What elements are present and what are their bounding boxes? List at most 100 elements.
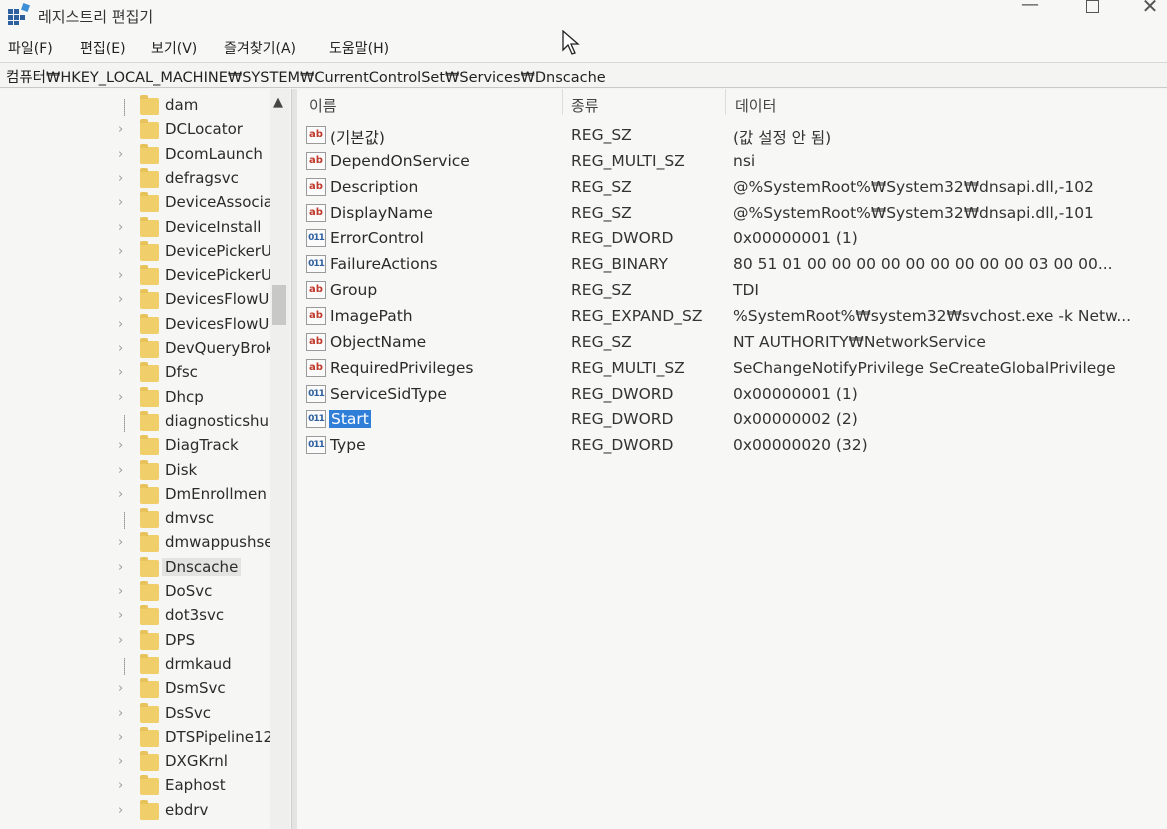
tree-item[interactable]: › DXGKrnl (0, 751, 270, 775)
tree-scrollbar[interactable]: ▲ (270, 89, 290, 829)
tree-item[interactable]: › DevicesFlowU (0, 313, 270, 338)
value-row[interactable]: ab DependOnService REG_MULTI_SZ nsi (297, 149, 1167, 175)
tree-item[interactable]: › DTSPipeline12 (0, 726, 273, 751)
tree-item[interactable]: › DiagTrack (0, 435, 270, 459)
tree-item-label: DCLocator (165, 120, 243, 139)
chevron-right-icon[interactable]: › (118, 560, 123, 575)
value-row[interactable]: ab Description REG_SZ @%SystemRoot%₩System3… (297, 175, 1167, 201)
tree-item[interactable]: › Disk (0, 459, 270, 484)
tree-item[interactable]: › DmEnrollmen (0, 483, 270, 508)
tree-item[interactable]: › DevQueryBrok (0, 338, 274, 362)
minimize-button[interactable]: — (1010, 0, 1050, 15)
value-data: @%SystemRoot%₩System32₩dnsapi.dll,-101 (733, 203, 1094, 222)
tree-item[interactable]: › ebdrv (0, 799, 270, 824)
chevron-right-icon[interactable]: › (118, 463, 123, 478)
tree-item[interactable]: dmvsc (0, 508, 270, 532)
menu-edit[interactable]: 편집(E) (80, 38, 126, 58)
value-row[interactable]: ab Group REG_SZ TDI (297, 278, 1167, 304)
value-row[interactable]: 011 ServiceSidType REG_DWORD 0x00000001 (1) (297, 382, 1167, 408)
chevron-right-icon[interactable]: › (118, 633, 123, 648)
tree-item[interactable]: › dot3svc (0, 605, 270, 629)
chevron-right-icon[interactable]: › (118, 171, 123, 186)
chevron-right-icon[interactable]: › (118, 341, 123, 356)
chevron-right-icon[interactable]: › (118, 608, 123, 623)
tree-item[interactable]: › Dnscache (0, 556, 270, 581)
scroll-up-icon[interactable]: ▲ (273, 95, 283, 110)
tree-item[interactable]: › dmwappushse (0, 532, 274, 556)
tree-item[interactable]: › DsSvc (0, 702, 270, 727)
tree-item[interactable]: › Dfsc (0, 362, 270, 386)
string-value-icon: ab (306, 332, 326, 351)
chevron-right-icon[interactable]: › (118, 147, 123, 162)
value-type: REG_DWORD (571, 410, 674, 429)
value-type: REG_SZ (571, 126, 632, 144)
chevron-right-icon[interactable]: › (118, 535, 123, 550)
tree-item[interactable]: › DcomLaunch (0, 143, 270, 168)
chevron-right-icon[interactable]: › (118, 584, 123, 599)
chevron-right-icon[interactable]: › (118, 365, 123, 380)
maximize-button[interactable] (1072, 0, 1112, 18)
tree-item[interactable]: › defragsvc (0, 167, 270, 192)
column-header-type[interactable]: 종류 (571, 95, 599, 116)
menu-view[interactable]: 보기(V) (151, 38, 197, 58)
value-row[interactable]: 011 FailureActions REG_BINARY 80 51 01 00 0… (297, 252, 1167, 278)
close-button[interactable]: ✕ (1130, 0, 1167, 18)
column-divider[interactable] (725, 89, 726, 115)
value-row[interactable]: ab DisplayName REG_SZ @%SystemRoot%₩System3… (297, 201, 1167, 227)
chevron-right-icon[interactable]: › (118, 292, 123, 307)
value-row[interactable]: ab RequiredPrivileges REG_MULTI_SZ SeChange… (297, 356, 1167, 382)
tree-item-label: DsSvc (165, 703, 212, 722)
tree-item[interactable]: › DevicesFlowU (0, 289, 270, 313)
column-header-data[interactable]: 데이터 (735, 95, 776, 116)
chevron-right-icon[interactable]: › (118, 487, 123, 502)
tree-item[interactable]: › DoSvc (0, 581, 270, 605)
tree-item[interactable]: › Eaphost (0, 775, 270, 799)
tree-item[interactable]: dam (0, 95, 270, 119)
value-row[interactable]: ab ImagePath REG_EXPAND_SZ %SystemRoot%₩sys… (297, 304, 1167, 330)
value-name: ServiceSidType (330, 384, 447, 403)
tree-item[interactable]: › DPS (0, 629, 270, 654)
scroll-thumb[interactable] (272, 285, 286, 325)
value-name: DependOnService (330, 151, 470, 170)
tree-item[interactable]: › Dhcp (0, 386, 270, 411)
chevron-right-icon[interactable]: › (118, 438, 123, 453)
tree-item[interactable]: diagnosticshu (0, 410, 270, 435)
tree-item[interactable]: › DsmSvc (0, 678, 270, 702)
column-divider[interactable] (562, 89, 563, 115)
address-path[interactable]: 컴퓨터₩HKEY_LOCAL_MACHINE₩SYSTEM₩CurrentCon… (6, 66, 606, 87)
menu-help[interactable]: 도움말(H) (329, 38, 389, 58)
folder-icon (140, 313, 159, 334)
string-value-icon: ab (306, 358, 326, 377)
tree-item[interactable]: › DeviceInstall (0, 216, 270, 241)
chevron-right-icon[interactable]: › (118, 730, 123, 745)
chevron-right-icon[interactable]: › (118, 778, 123, 793)
value-row[interactable]: 011 ErrorControl REG_DWORD 0x00000001 (1) (297, 226, 1167, 252)
value-row[interactable]: 011 Type REG_DWORD 0x00000020 (32) (297, 433, 1167, 459)
value-row[interactable]: ab ObjectName REG_SZ NT AUTHORITY₩NetworkSe… (297, 330, 1167, 356)
key-tree-pane[interactable]: dam › DCLocator › DcomLaunch › defragsvc › Devic… (0, 89, 291, 829)
chevron-right-icon[interactable]: › (118, 195, 123, 210)
chevron-right-icon[interactable]: › (118, 706, 123, 721)
value-type: REG_SZ (571, 281, 632, 300)
tree-item[interactable]: › DevicePickerU (0, 265, 272, 289)
tree-item[interactable]: › DeviceAssocia (0, 192, 273, 216)
tree-item[interactable]: drmkaud (0, 653, 270, 678)
menu-favorites[interactable]: 즐겨찾기(A) (224, 38, 296, 58)
chevron-right-icon[interactable]: › (118, 754, 123, 769)
chevron-right-icon[interactable]: › (118, 122, 123, 137)
column-header-name[interactable]: 이름 (309, 95, 337, 116)
tree-item[interactable]: › DevicePickerU (0, 240, 272, 265)
value-row[interactable]: 011 Start REG_DWORD 0x00000002 (2) (297, 407, 1167, 433)
chevron-right-icon[interactable]: › (118, 268, 123, 283)
chevron-right-icon[interactable]: › (118, 220, 123, 235)
address-bar[interactable]: 컴퓨터₩HKEY_LOCAL_MACHINE₩SYSTEM₩CurrentCon… (0, 62, 1167, 88)
chevron-right-icon[interactable]: › (118, 317, 123, 332)
value-row[interactable]: ab (기본값) REG_SZ (값 설정 안 됨) (297, 123, 1167, 149)
tree-item[interactable]: › DCLocator (0, 119, 270, 143)
chevron-right-icon[interactable]: › (118, 390, 123, 405)
value-list-pane[interactable]: 이름 종류 데이터 ab (기본값) REG_SZ (값 설정 안 됨) ab Depen… (297, 89, 1167, 829)
menu-file[interactable]: 파일(F) (8, 38, 53, 58)
chevron-right-icon[interactable]: › (118, 244, 123, 259)
chevron-right-icon[interactable]: › (118, 803, 123, 818)
chevron-right-icon[interactable]: › (118, 681, 123, 696)
